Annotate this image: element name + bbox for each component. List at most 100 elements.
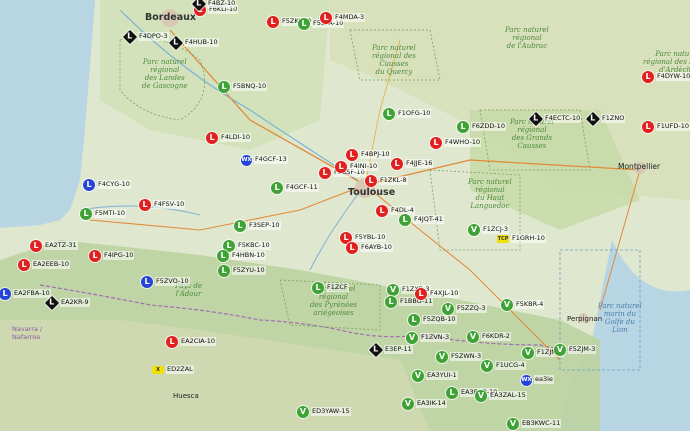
station-callsign-label: F5MTI-10 [94,209,126,218]
station-icon[interactable]: V [412,370,424,382]
station-callsign-label: F5ZQB-10 [422,315,457,324]
station-icon[interactable]: L [446,387,458,399]
place-bordeaux: Bordeaux [145,12,196,23]
station-icon[interactable]: TCP [497,235,509,243]
station-callsign-label: F4JQT-41 [413,215,444,224]
station-icon[interactable]: V [554,344,566,356]
weather-station-icon[interactable]: WX [521,375,532,386]
station-icon[interactable]: L [335,161,347,173]
station-icon[interactable]: L [642,71,654,83]
station-icon[interactable]: V [475,390,487,402]
station-callsign-label: F4LDI-10 [220,133,252,142]
station-callsign-label: EB3KWC-11 [521,419,562,428]
station-icon[interactable]: L [83,179,95,191]
station-icon[interactable]: L [319,167,331,179]
station-callsign-label: F4INI-10 [349,162,379,171]
station-icon[interactable]: L [320,12,332,24]
station-icon[interactable]: L [271,182,283,194]
station-callsign-label: F4JJE-16 [405,159,434,168]
station-icon[interactable]: V [387,284,399,296]
station-callsign-label: EA2KR-9 [60,298,90,307]
station-icon[interactable]: V [522,347,534,359]
station-icon[interactable]: L [267,16,279,28]
place-navarra: Navarra / Nafarroa [12,325,43,341]
station-icon[interactable]: V [436,351,448,363]
station-callsign-label: F4GCF-13 [254,155,288,164]
station-callsign-label: F4DYW-10 [656,72,690,81]
station-callsign-label: F5KBC-10 [237,241,271,250]
station-icon[interactable]: L [141,276,153,288]
station-icon[interactable]: V [481,360,493,372]
station-icon[interactable]: L [139,199,151,211]
station-callsign-label: F5BNQ-10 [232,82,268,91]
station-callsign-label: F1UFD-10 [656,122,690,131]
station-icon[interactable]: V [406,332,418,344]
station-callsign-label: F4CYG-10 [97,180,131,189]
station-icon[interactable]: L [30,240,42,252]
station-icon[interactable]: V [468,224,480,236]
station-callsign-label: EA2FBA-10 [13,289,51,298]
station-callsign-label: F1ZCJ-3 [482,225,510,234]
station-callsign-label: F5YBL-10 [354,233,387,242]
station-icon[interactable]: L [217,250,229,262]
station-callsign-label: F5ZWN-3 [450,352,483,361]
station-icon[interactable]: V [501,299,513,311]
station-icon[interactable]: X [152,366,164,374]
station-icon[interactable]: L [365,175,377,187]
weather-station-icon[interactable]: WX [241,155,252,166]
station-icon[interactable]: L [457,121,469,133]
station-callsign-label: ea3ie [534,375,554,384]
station-icon[interactable]: L [391,158,403,170]
station-callsign-label: F6ZDD-10 [471,122,506,131]
station-callsign-label: F4HUB-10 [184,38,219,47]
station-icon[interactable]: L [206,132,218,144]
station-callsign-label: F5KBR-4 [515,300,545,309]
station-callsign-label: EA2CIA-10 [180,337,217,346]
station-icon[interactable]: V [467,331,479,343]
station-callsign-label: EA2TZ-31 [44,241,78,250]
place-perpignan: Perpignan [567,315,603,323]
station-icon[interactable]: L [383,108,395,120]
station-callsign-label: EA3IK-14 [416,399,447,408]
station-callsign-label: ED3YAW-15 [311,407,351,416]
station-icon[interactable]: L [18,259,30,271]
station-callsign-label: F1UCG-4 [495,361,526,370]
station-icon[interactable]: L [385,296,397,308]
station-icon[interactable]: L [89,250,101,262]
station-callsign-label: F1ZVN-3 [420,333,451,342]
station-icon[interactable]: L [298,18,310,30]
station-icon[interactable]: L [80,208,92,220]
station-icon[interactable]: L [408,314,420,326]
region-aubrac: Parc naturel régional de l'Aubrac [505,26,549,50]
station-icon[interactable]: V [442,303,454,315]
place-huesca: Huesca [173,392,199,400]
station-icon[interactable]: L [312,282,324,294]
station-icon[interactable]: L [642,121,654,133]
station-callsign-label: F1ZCF [326,283,349,292]
station-icon[interactable]: L [430,137,442,149]
station-callsign-label: F4DPO-3 [138,32,169,41]
station-icon[interactable]: V [297,406,309,418]
station-callsign-label: F5ZZQ-3 [456,304,487,313]
station-icon[interactable]: V [402,398,414,410]
station-icon[interactable]: L [218,81,230,93]
station-icon[interactable]: L [166,336,178,348]
place-montpellier: Montpellier [618,162,661,171]
station-icon[interactable]: V [507,418,519,430]
station-callsign-label: F1GRH-10 [511,234,546,243]
region-golfe-lion: Parc naturel marin du Golfe du Lion [598,302,642,334]
station-icon[interactable]: L [218,265,230,277]
station-callsign-label: F4BZ-10 [207,0,237,8]
station-callsign-label: EA2EEB-10 [32,260,70,269]
station-icon[interactable]: L [399,214,411,226]
station-icon[interactable]: L [346,149,358,161]
station-icon[interactable]: L [376,205,388,217]
station-callsign-label: F1OFG-10 [397,109,432,118]
station-icon[interactable]: L [415,288,427,300]
station-callsign-label: F3SEP-10 [248,221,281,230]
station-icon[interactable]: L [234,220,246,232]
map-view[interactable]: Bordeaux Toulouse Montpellier Perpignan … [0,0,690,431]
region-landes: Parc naturel régional des Landes de Gasc… [142,58,188,90]
station-icon[interactable]: L [346,242,358,254]
station-callsign-label: F4MDA-3 [334,13,366,22]
